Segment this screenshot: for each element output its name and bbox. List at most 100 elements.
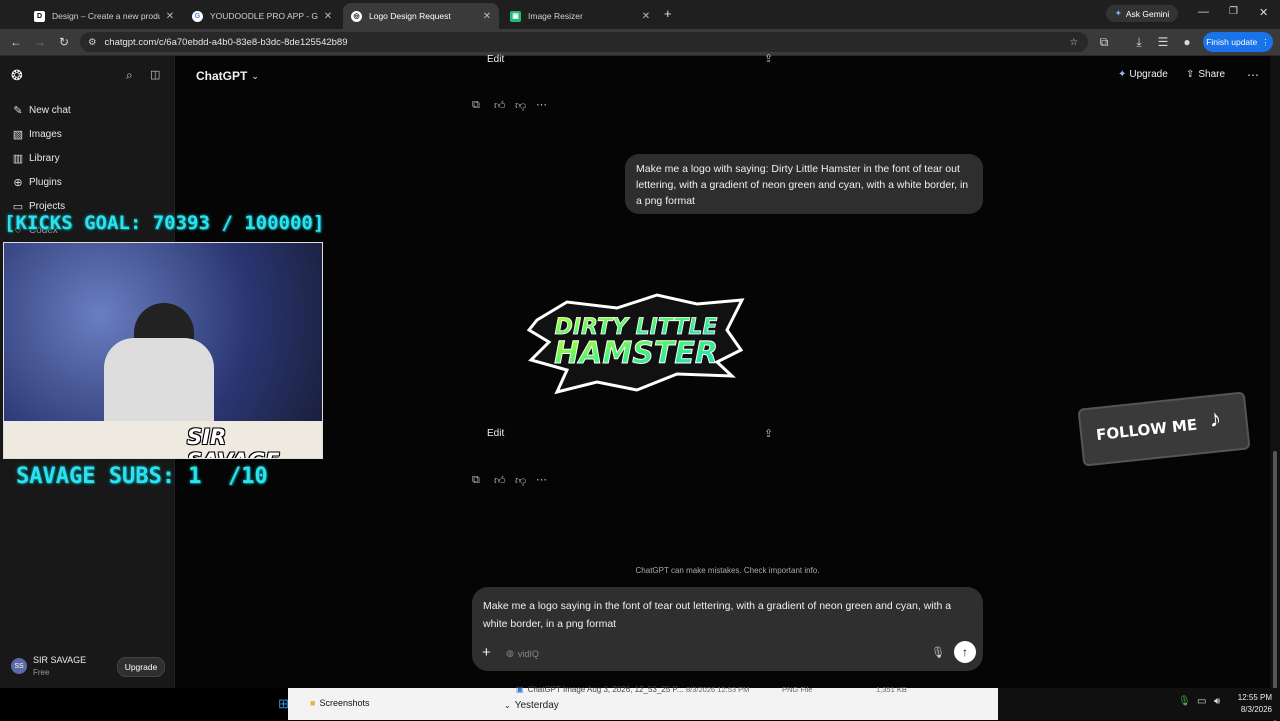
webcam-overlay: SIR SAVAGE [3, 242, 323, 459]
header-upgrade-button[interactable]: ✦ Upgrade [1118, 69, 1168, 80]
screenshots-folder[interactable]: ■ Screenshots [310, 698, 369, 708]
vidiq-tool[interactable]: ◍ vidIQ [506, 648, 539, 659]
tab-title: YOUDOODLE PRO APP - Googl [210, 11, 318, 21]
projects-icon: ▭ [12, 200, 24, 213]
sidebar-item-label: Library [29, 152, 60, 164]
windows-start-icon[interactable]: ⊞ [278, 696, 289, 712]
avatar[interactable]: SS [11, 658, 27, 674]
close-icon[interactable]: ✕ [481, 11, 493, 22]
share-image-icon[interactable]: ⇪ [764, 427, 773, 440]
scrollbar-thumb[interactable] [1273, 451, 1277, 721]
profile-avatar-icon[interactable]: ● [1179, 34, 1195, 50]
library-icon: ▥ [12, 152, 24, 165]
bookmark-star-icon[interactable]: ☆ [1069, 37, 1078, 48]
tab-design[interactable]: D Design – Create a new product ✕ [26, 3, 182, 29]
yesterday-group[interactable]: ⌄ Yesterday [504, 700, 559, 711]
send-button[interactable]: ↑ [954, 641, 976, 663]
model-name: ChatGPT [196, 69, 248, 83]
compose-icon: ✎ [13, 104, 23, 117]
forward-icon[interactable]: → [32, 34, 48, 50]
thumbs-down-icon[interactable]: 👎︎ [515, 474, 526, 487]
thumbs-up-icon[interactable]: 👍︎ [494, 474, 506, 487]
add-attachment-icon[interactable]: + [482, 644, 491, 661]
sidebar-item-label: Images [29, 128, 62, 140]
images-icon: ▧ [12, 128, 24, 141]
webcam-name: SIR SAVAGE [187, 425, 280, 458]
share-button[interactable]: ⇪ Share [1186, 69, 1225, 80]
sidebar-item-library[interactable]: ▥ Library [12, 150, 60, 166]
close-icon[interactable]: ✕ [322, 11, 334, 22]
copy-icon[interactable]: ⧉ [472, 99, 480, 112]
edit-button[interactable]: Edit [487, 428, 504, 439]
reload-icon[interactable]: ↻ [56, 34, 72, 50]
generated-logo-image[interactable]: DIRTY LITTLE HAMSTER [526, 290, 745, 396]
microphone-icon[interactable]: 🎙︎ [1178, 696, 1191, 707]
sidebar-item-images[interactable]: ▧ Images [12, 126, 62, 142]
search-icon[interactable]: ⌕ [126, 68, 133, 83]
tab-image-resizer[interactable]: ▣ Image Resizer ✕ [502, 3, 658, 29]
more-actions-icon[interactable]: ⋯ [536, 473, 547, 486]
clock-time[interactable]: 12:55 PM [1234, 693, 1272, 702]
minimize-icon[interactable]: — [1198, 6, 1209, 18]
microphone-icon[interactable]: 🎙︎ [931, 646, 945, 659]
composer-input[interactable]: Make me a logo saying in the font of tea… [483, 597, 973, 633]
sidebar-item-plugins[interactable]: ⊕ Plugins [12, 174, 62, 190]
chevron-down-icon: ⌄ [504, 701, 511, 710]
user-message-bubble: Make me a logo with saying: Dirty Little… [625, 154, 983, 214]
back-icon[interactable]: ← [8, 34, 24, 50]
thumbs-down-icon[interactable]: 👎︎ [515, 99, 526, 112]
finish-update-button[interactable]: Finish update ⋮ [1203, 32, 1273, 52]
tab-title: Logo Design Request [369, 11, 451, 21]
kicks-goal-overlay: [KICKS GOAL: 70393 / 100000] [4, 212, 325, 234]
site-info-icon[interactable]: ⚙ [88, 37, 97, 48]
extensions-icon[interactable]: ⧉ [1096, 34, 1112, 50]
follow-me-text: FOLLOW ME [1095, 415, 1198, 445]
more-options-icon[interactable]: ⋯ [1247, 68, 1259, 82]
tab-logo-design[interactable]: ◎ Logo Design Request ✕ [343, 3, 499, 29]
file-name: ChatGPT Image Aug 3, 2026, 12_53_25 P... [527, 685, 684, 694]
file-type: PNG File [782, 685, 813, 694]
copy-icon[interactable]: ⧉ [472, 474, 480, 487]
url-bar[interactable]: ⚙ chatgpt.com/c/6a70ebdd-a4b0-83e8-b3dc-… [80, 32, 1088, 52]
group-label: Yesterday [514, 700, 559, 711]
ask-gemini-button[interactable]: ✦ Ask Gemini [1106, 5, 1178, 22]
browser-tab-bar: D Design – Create a new product ✕ G YOUD… [0, 0, 1280, 29]
model-selector[interactable]: ChatGPT ⌄ [196, 69, 259, 83]
sidebar-upgrade-button[interactable]: Upgrade [117, 657, 165, 677]
close-icon[interactable]: ✕ [164, 11, 176, 22]
vidiq-label: vidIQ [517, 648, 539, 659]
more-actions-icon[interactable]: ⋯ [536, 98, 547, 111]
tab-title: Design – Create a new product [52, 11, 160, 21]
sidebar-toggle-icon[interactable]: ◫ [150, 68, 160, 81]
file-date: 8/3/2026 12:53 PM [686, 685, 750, 694]
url-text: chatgpt.com/c/6a70ebdd-a4b0-83e8-b3dc-8d… [104, 36, 348, 48]
new-tab-icon[interactable]: + [664, 6, 672, 21]
volume-icon[interactable]: 🔊︎ [1214, 696, 1220, 707]
scrollbar[interactable] [1270, 56, 1280, 721]
image-file-icon: ▣ [516, 685, 524, 694]
share-image-icon[interactable]: ⇪ [764, 52, 773, 65]
restore-icon[interactable]: ❐ [1229, 6, 1238, 17]
close-window-icon[interactable]: ✕ [1259, 6, 1268, 19]
sidebar-item-label: Plugins [29, 176, 62, 188]
edit-button-top[interactable]: Edit [487, 54, 504, 65]
gemini-icon: ✦ [1114, 8, 1122, 18]
system-tray: 🎙︎ ▭ 🔊︎ 12:55 PM 8/3/2026 [998, 688, 1280, 720]
clock-date[interactable]: 8/3/2026 [1234, 705, 1272, 714]
finish-update-label: Finish update [1206, 37, 1258, 47]
share-icon: ⇪ [1186, 69, 1195, 80]
download-icon[interactable]: ⤓ [1131, 34, 1147, 50]
folder-label: Screenshots [319, 698, 370, 708]
logo-graphic: DIRTY LITTLE HAMSTER [526, 293, 745, 395]
network-icon[interactable]: ▭ [1197, 696, 1206, 707]
file-row[interactable]: ▣ ChatGPT Image Aug 3, 2026, 12_53_25 P..… [516, 685, 683, 694]
close-icon[interactable]: ✕ [640, 11, 652, 22]
sidebar-item-new-chat[interactable]: ✎ New chat [12, 102, 71, 118]
thumbs-up-icon[interactable]: 👍︎ [494, 99, 506, 112]
reading-list-icon[interactable]: ☰ [1155, 34, 1171, 50]
openai-logo-icon[interactable]: ❂ [11, 67, 23, 84]
tiktok-icon: ♪ [1207, 405, 1223, 434]
message-composer[interactable]: Make me a logo saying in the font of tea… [472, 587, 983, 671]
tab-youdoodle[interactable]: G YOUDOODLE PRO APP - Googl ✕ [184, 3, 340, 29]
sidebar-item-label: New chat [29, 104, 71, 116]
